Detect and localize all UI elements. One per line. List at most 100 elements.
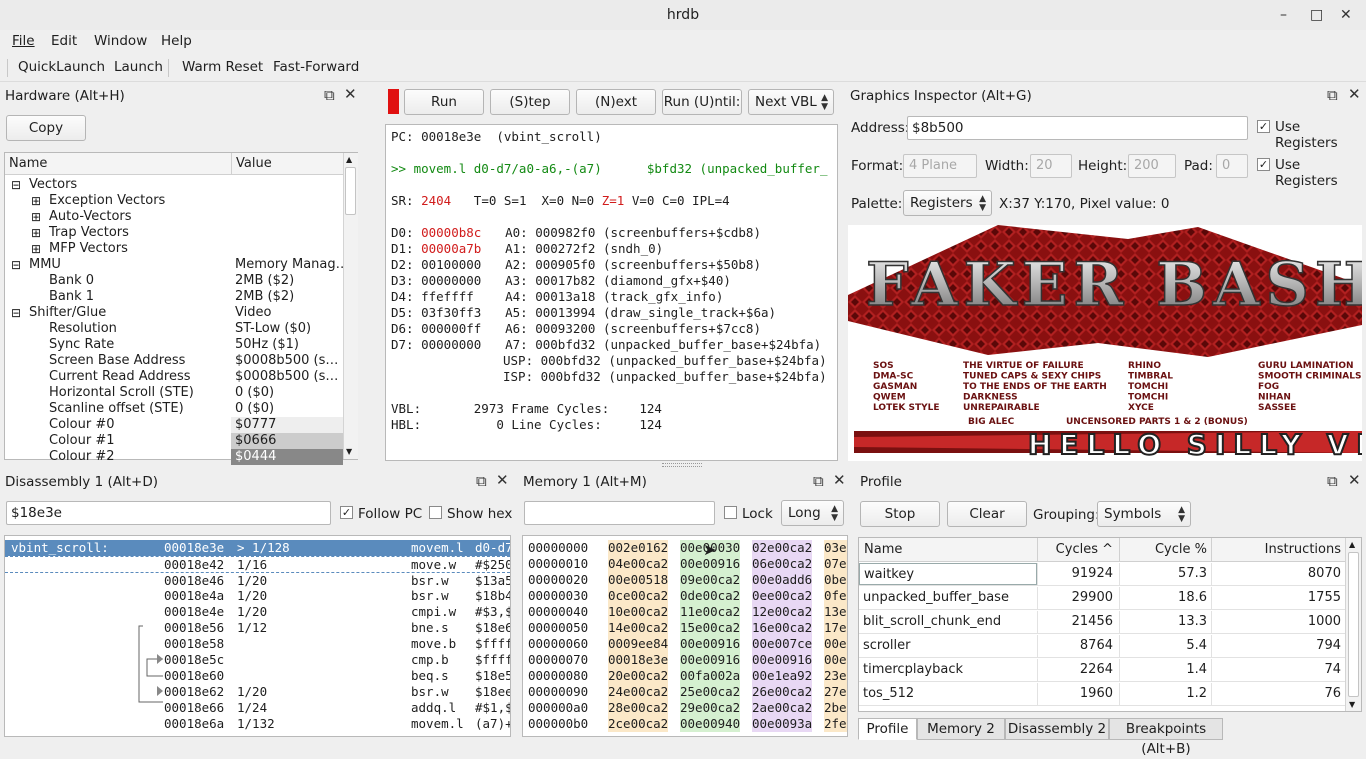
memory-word[interactable]: 00e [824,652,847,668]
memory-word[interactable]: 26e00ca2 [752,684,813,700]
width-spinbox[interactable]: 20 [1030,154,1072,178]
memory-word[interactable]: 29e00ca2 [680,700,741,716]
memory-word[interactable]: 00e0add6 [752,572,813,588]
hardware-row[interactable]: Colour #0 $0777 [5,417,343,433]
profile-scrollbar[interactable]: ▲ ▼ [1345,538,1361,711]
format-select[interactable]: 4 Plane [903,154,977,178]
hardware-row[interactable]: Bank 1 2MB ($2) [5,289,343,305]
memory-word[interactable]: 04e00ca2 [608,556,669,572]
memory-word[interactable]: 0ce00ca2 [608,588,669,604]
close-dock-icon[interactable]: ✕ [833,472,846,488]
close-dock-icon[interactable]: ✕ [1348,472,1361,488]
stop-button[interactable]: Stop [860,501,940,527]
memory-word[interactable]: 00018e3e [608,652,669,668]
disasm-row[interactable]: 00018e58 move.b $ffff [5,636,510,652]
hardware-row[interactable]: Resolution ST-Low ($0) [5,321,343,337]
lock-checkbox[interactable] [724,506,737,519]
run-button[interactable]: Run [404,89,484,115]
profile-row[interactable]: unpacked_buffer_base 29900 18.6 1755 [859,587,1345,610]
col-name-header[interactable]: Name [9,153,47,175]
memory-word[interactable]: 00fa002a [680,668,741,684]
hardware-row[interactable]: Sync Rate 50Hz ($1) [5,337,343,353]
memory-word[interactable]: 25e00ca2 [680,684,741,700]
memory-word[interactable]: 00e00940 [680,716,741,732]
gfx-address-input[interactable]: $8b500 [907,116,1248,140]
disasm-row[interactable]: 00018e4e 1/20 cmpi.w #$3,$ [5,604,510,620]
memory-word[interactable]: 03e [824,540,847,556]
scroll-down-icon[interactable]: ▼ [1349,700,1355,709]
tab-profile[interactable]: Profile [858,718,917,740]
memory-word[interactable]: 00e00916 [752,652,813,668]
hardware-scrollbar[interactable]: ▲ ▼ [343,153,358,459]
tab-disassembly-2[interactable]: Disassembly 2 [1005,718,1109,740]
menu-window[interactable]: Window [94,33,147,49]
run-until-button[interactable]: Run (U)ntil: [662,89,742,115]
disasm-row[interactable]: 00018e62 1/20 bsr.w $18ee [5,684,510,700]
show-hex-checkbox[interactable] [429,506,442,519]
hardware-row[interactable]: Colour #2 $0444 [5,449,343,465]
memory-word[interactable]: 00e1ea92 [752,668,813,684]
step-button[interactable]: (S)tep [490,89,570,115]
menu-file[interactable]: File [12,33,35,49]
splitter-handle[interactable] [662,463,702,467]
minimize-icon[interactable]: – [1280,0,1287,30]
scroll-thumb[interactable] [345,167,356,215]
memory-address-input[interactable] [524,501,715,525]
menu-help[interactable]: Help [161,33,192,49]
profile-row[interactable]: tos_512 1960 1.2 76 [859,683,1345,706]
memory-word[interactable]: 12e00ca2 [752,604,813,620]
memory-word[interactable]: 09e00ca2 [680,572,741,588]
memory-word[interactable]: 15e00ca2 [680,620,741,636]
close-icon[interactable]: ✕ [1340,0,1352,30]
palette-select[interactable]: Registers ▲ ▼ [903,190,992,216]
float-icon[interactable]: ⧉ [476,473,487,489]
profile-row[interactable]: timercplayback 2264 1.4 74 [859,659,1345,682]
hardware-row[interactable]: Current Read Address $0008b500 (s… [5,369,343,385]
disasm-row[interactable]: vbint_scroll: 00018e3e > 1/128 movem.l d0-d7 [5,540,510,556]
memory-word[interactable]: 002e0162 [608,540,669,556]
memory-word[interactable]: 06e00ca2 [752,556,813,572]
memory-word[interactable]: 0009ee84 [608,636,669,652]
graphics-canvas[interactable]: FAKER BASHING SOS THE VIRTUE OF FAILURE RH… [848,225,1362,461]
memory-word[interactable]: 23e [824,668,847,684]
memory-word[interactable]: 0fe [824,588,847,604]
memory-word[interactable]: 14e00ca2 [608,620,669,636]
memory-width-select[interactable]: Long ▲ ▼ [781,500,844,526]
follow-pc-checkbox[interactable]: ✓ [340,506,353,519]
expand-icon[interactable]: ⊟ [11,177,21,193]
disasm-row[interactable]: 00018e42 1/16 move.w #$250 [5,556,510,572]
memory-word[interactable]: 07e [824,556,847,572]
memory-word[interactable]: 20e00ca2 [608,668,669,684]
expand-icon[interactable]: ⊞ [31,193,41,209]
use-registers-checkbox-2[interactable]: ✓ [1257,158,1270,171]
float-icon[interactable]: ⧉ [324,87,335,103]
memory-word[interactable]: 24e00ca2 [608,684,669,700]
hardware-row[interactable]: ⊟ Shifter/Glue Video [5,305,343,321]
expand-icon[interactable]: ⊞ [31,241,41,257]
height-spinbox[interactable]: 200 [1128,154,1176,178]
memory-view[interactable]: 00000000 002e0162 00e00030 02e00ca2 03e 00000… [522,535,848,737]
memory-word[interactable]: 2ce00ca2 [608,716,669,732]
memory-word[interactable]: 27e [824,684,847,700]
hardware-row[interactable]: ⊟ MMU Memory Manag… [5,257,343,273]
memory-word[interactable]: 11e00ca2 [680,604,741,620]
hardware-row[interactable]: Screen Base Address $0008b500 (s… [5,353,343,369]
menu-edit[interactable]: Edit [51,33,77,49]
expand-icon[interactable]: ⊟ [11,257,21,273]
memory-word[interactable]: 2fe [824,716,847,732]
hardware-row[interactable]: ⊞ Exception Vectors [5,193,343,209]
memory-word[interactable]: 0de00ca2 [680,588,741,604]
tab-memory-2[interactable]: Memory 2 [917,718,1005,740]
memory-word[interactable]: 00e [824,636,847,652]
launch-button[interactable]: Launch [114,59,163,75]
use-registers-checkbox[interactable]: ✓ [1257,120,1270,133]
run-until-select[interactable]: Next VBL ▲ ▼ [748,89,834,115]
warm-reset-button[interactable]: Warm Reset [182,59,263,75]
hardware-row[interactable]: ⊞ MFP Vectors [5,241,343,257]
memory-word[interactable]: 17e [824,620,847,636]
profile-row[interactable]: scroller 8764 5.4 794 [859,635,1345,658]
memory-word[interactable]: 2be [824,700,847,716]
memory-word[interactable]: 00e00916 [680,636,741,652]
memory-word[interactable]: 10e00ca2 [608,604,669,620]
clear-button[interactable]: Clear [947,501,1027,527]
